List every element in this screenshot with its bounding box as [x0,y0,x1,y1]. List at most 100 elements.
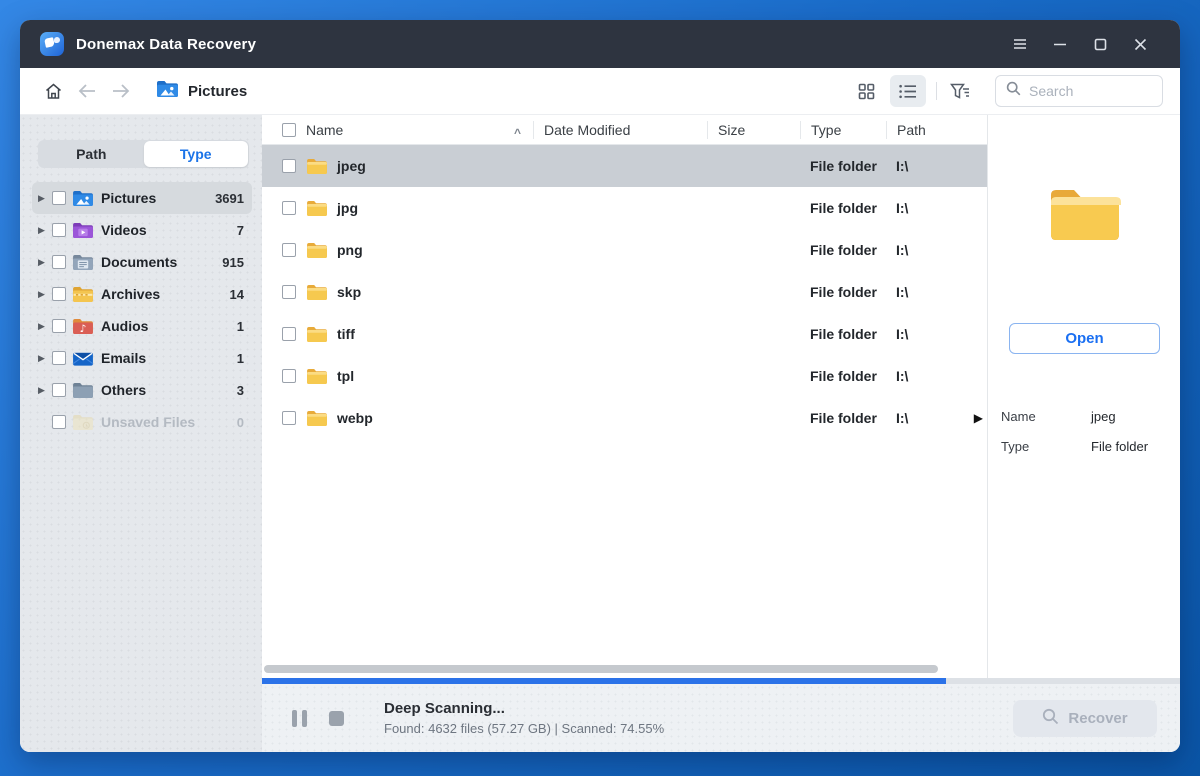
search-box [995,75,1163,107]
search-icon [1006,81,1021,101]
checkbox[interactable] [52,415,66,429]
sidebar-item-audios[interactable]: ▶ ♪ Audios 1 [32,310,252,342]
expand-caret-icon[interactable]: ▶ [38,193,52,204]
folder-icon [306,326,328,343]
scan-progress-fill [262,678,947,684]
tab-type[interactable]: Type [143,141,248,167]
close-button[interactable] [1120,27,1160,61]
file-row[interactable]: skp File folder I:\ [262,271,987,313]
checkbox[interactable] [52,351,66,365]
checkbox[interactable] [282,327,296,341]
sidebar-item-unsaved-files[interactable]: ▶ Unsaved Files 0 [32,406,252,438]
audios-folder-icon: ♪ [72,318,94,335]
recover-button[interactable]: Recover [1013,699,1157,737]
sidebar-item-emails[interactable]: ▶ Emails 1 [32,342,252,374]
item-count: 0 [236,414,244,430]
home-icon[interactable] [40,78,66,104]
folder-icon [306,368,328,385]
sidebar-item-pictures[interactable]: ▶ Pictures 3691 [32,182,252,214]
minimize-button[interactable] [1040,27,1080,61]
menu-icon[interactable] [1000,27,1040,61]
expand-caret-icon[interactable]: ▶ [38,385,52,396]
column-type[interactable]: Type [800,120,886,139]
breadcrumb: Pictures [156,80,247,103]
select-all-checkbox[interactable] [282,122,296,137]
large-folder-icon [1009,185,1160,245]
file-list: Name ^ Date Modified Size Type Path jpeg [262,115,987,678]
checkbox[interactable] [282,243,296,257]
maximize-button[interactable] [1080,27,1120,61]
checkbox[interactable] [52,319,66,333]
expand-caret-icon[interactable]: ▶ [38,353,52,364]
folder-icon [306,284,328,301]
folder-icon [306,158,328,175]
collapse-panel-icon[interactable]: ▶ [974,411,983,425]
checkbox[interactable] [52,191,66,205]
item-count: 915 [222,254,244,270]
sidebar-item-others[interactable]: ▶ Others 3 [32,374,252,406]
app-logo-icon [40,32,64,56]
file-row[interactable]: tpl File folder I:\ [262,355,987,397]
back-arrow-icon[interactable] [74,78,100,104]
stop-icon[interactable] [325,707,347,729]
folder-icon [306,200,328,217]
horizontal-scrollbar[interactable] [262,665,987,673]
checkbox[interactable] [282,159,296,173]
expand-caret-icon[interactable]: ▶ [38,321,52,332]
sidebar-tabs: Path Type [38,140,249,168]
sidebar-item-videos[interactable]: ▶ Videos 7 [32,214,252,246]
tab-path[interactable]: Path [39,141,144,167]
checkbox[interactable] [52,383,66,397]
sidebar-item-archives[interactable]: ▶ Archives 14 [32,278,252,310]
scrollbar-thumb[interactable] [264,665,938,673]
column-size[interactable]: Size [707,120,800,139]
item-count: 14 [229,286,244,302]
pause-icon[interactable] [288,707,310,729]
preview-field-type: Type File folder [1001,439,1149,454]
preview-panel: Open Name jpeg Type File folder [987,115,1180,678]
videos-folder-icon [72,222,94,239]
file-row[interactable]: webp File folder I:\ [262,397,987,439]
file-row[interactable]: jpg File folder I:\ [262,187,987,229]
column-name[interactable]: Name ^ [262,122,533,140]
others-folder-icon [72,382,94,399]
documents-folder-icon [72,254,94,271]
recover-search-icon [1042,708,1059,729]
folder-icon [306,410,328,427]
search-input[interactable] [1029,83,1139,99]
filter-icon[interactable] [947,78,973,104]
list-view-icon[interactable] [890,75,926,107]
file-row[interactable]: tiff File folder I:\ [262,313,987,355]
sort-ascending-icon[interactable]: ^ [514,126,521,140]
checkbox[interactable] [52,255,66,269]
grid-view-icon[interactable] [848,75,884,107]
open-button[interactable]: Open [1009,323,1160,354]
expand-caret-icon[interactable]: ▶ [38,289,52,300]
preview-field-name: Name jpeg [1001,409,1116,424]
sidebar-item-documents[interactable]: ▶ Documents 915 [32,246,252,278]
app-title: Donemax Data Recovery [76,35,257,53]
svg-text:♪: ♪ [80,323,87,335]
toolbar: Pictures [20,68,1180,115]
checkbox[interactable] [52,223,66,237]
archives-folder-icon [72,286,94,303]
unsaved-folder-icon [72,414,94,431]
sidebar: Path Type ▶ Pictures 3691 ▶ Videos 7 ▶ D… [20,115,262,752]
column-path[interactable]: Path [886,120,987,139]
file-row[interactable]: png File folder I:\ [262,229,987,271]
scan-status-detail: Found: 4632 files (57.27 GB) | Scanned: … [384,721,665,736]
expand-caret-icon[interactable]: ▶ [38,225,52,236]
column-date-modified[interactable]: Date Modified [533,120,707,139]
checkbox[interactable] [282,369,296,383]
scan-status-title: Deep Scanning... [384,700,505,717]
file-row[interactable]: jpeg File folder I:\ [262,145,987,187]
checkbox[interactable] [282,201,296,215]
forward-arrow-icon[interactable] [108,78,134,104]
checkbox[interactable] [52,287,66,301]
checkbox[interactable] [282,285,296,299]
pictures-folder-icon [156,80,179,103]
expand-caret-icon[interactable]: ▶ [38,257,52,268]
status-bar: Deep Scanning... Found: 4632 files (57.2… [262,684,1180,752]
breadcrumb-label: Pictures [188,82,248,100]
checkbox[interactable] [282,411,296,425]
